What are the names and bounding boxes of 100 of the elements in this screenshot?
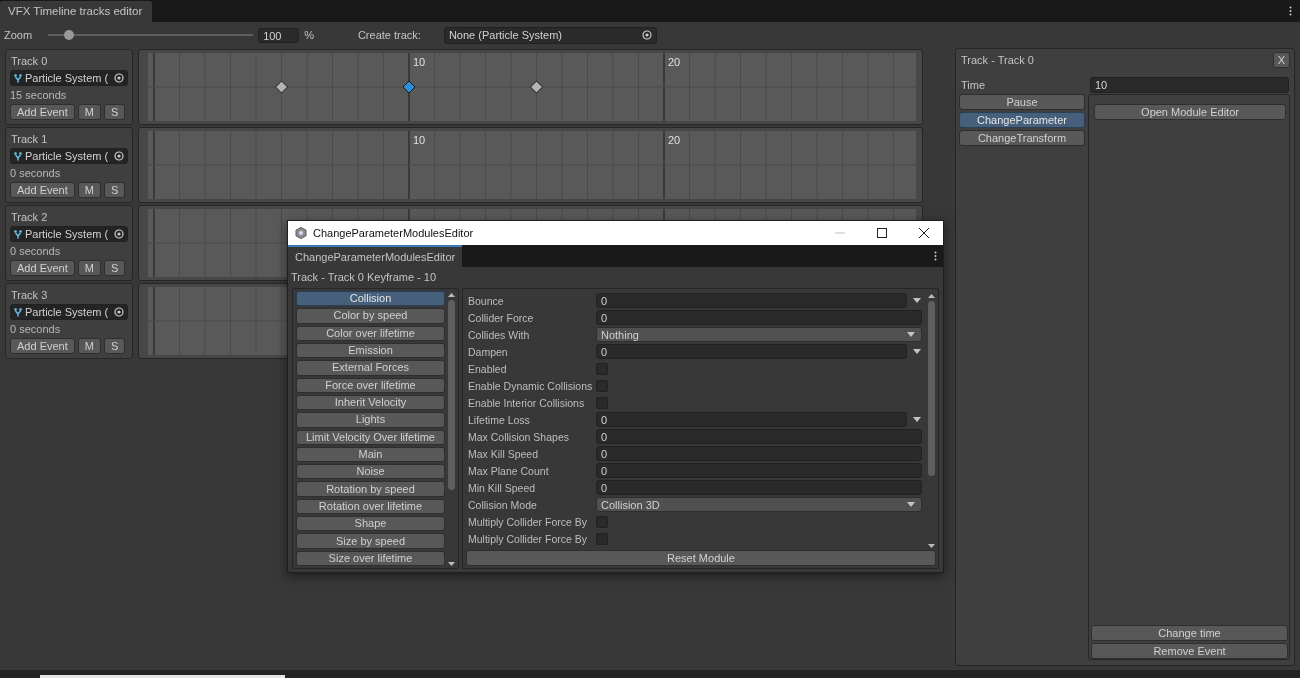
caret-icon[interactable] [913, 349, 921, 354]
more-options-icon[interactable] [934, 251, 937, 261]
scroll-up-icon[interactable] [448, 293, 455, 297]
keyframe-heading: Track - Track 0 Keyframe - 10 [290, 270, 438, 285]
zoom-slider[interactable] [48, 29, 254, 41]
property-label: Bounce [467, 294, 505, 307]
property-label: Collider Force [467, 311, 535, 324]
property-label: Collision Mode [467, 498, 538, 511]
module-list-item[interactable]: Color by speed [296, 308, 445, 324]
scroll-down-icon[interactable] [448, 562, 455, 566]
keyframe-marker[interactable] [275, 80, 289, 94]
duration-label: 0 seconds [10, 322, 62, 337]
time-field[interactable]: 10 [1090, 76, 1289, 93]
value-field[interactable]: 0 [596, 463, 922, 478]
remove-event-button[interactable]: Remove Event [1091, 643, 1288, 659]
target-icon[interactable] [114, 151, 124, 161]
property-label: Enabled [467, 362, 508, 375]
module-list-item[interactable]: Collision [296, 291, 445, 307]
target-icon[interactable] [114, 307, 124, 317]
target-icon[interactable] [114, 73, 124, 83]
create-track-label: Create track: [357, 29, 422, 41]
module-list-item[interactable]: Color over lifetime [296, 325, 445, 341]
mute-button[interactable]: M [77, 338, 101, 354]
ruler-label: 20 [668, 56, 681, 68]
module-list-item[interactable]: Inherit Velocity [296, 394, 445, 411]
create-track-field[interactable]: None (Particle System) [443, 26, 657, 44]
add-event-button[interactable]: Add Event [10, 182, 75, 198]
editor-tab[interactable]: VFX Timeline tracks editor [0, 1, 152, 22]
caret-icon[interactable] [907, 332, 915, 337]
add-event-button[interactable]: Add Event [10, 104, 75, 120]
scrollbar[interactable] [447, 291, 456, 566]
mute-button[interactable]: M [77, 260, 101, 276]
value-field[interactable]: 0 [596, 480, 922, 495]
value-field[interactable]: 0 [596, 344, 907, 359]
value-field[interactable]: 0 [596, 446, 922, 461]
target-icon[interactable] [641, 30, 652, 40]
property-label: Dampen [467, 345, 509, 358]
property-label: Multiply Collider Force By [467, 515, 589, 528]
editor-tab[interactable]: ChangeParameterModulesEditor [288, 245, 463, 267]
value-field[interactable]: 0 [596, 412, 907, 427]
add-event-button[interactable]: Add Event [10, 338, 75, 354]
scroll-down-icon[interactable] [927, 544, 935, 548]
mute-button[interactable]: M [77, 104, 101, 120]
close-button[interactable]: X [1272, 52, 1290, 68]
solo-button[interactable]: S [103, 338, 126, 354]
duration-label: 15 seconds [10, 88, 68, 103]
more-options-icon[interactable] [1289, 6, 1292, 16]
value-field[interactable]: 0 [596, 429, 922, 444]
caret-icon[interactable] [913, 417, 921, 422]
track-name: Track 1 [10, 132, 49, 147]
particle-system-field[interactable]: Particle System ( [10, 304, 128, 320]
keyframe-marker[interactable] [530, 80, 543, 94]
dropdown[interactable]: Nothing [596, 327, 922, 342]
keyframe-marker[interactable] [402, 80, 416, 94]
reset-module-button[interactable]: Reset Module [466, 550, 936, 566]
caret-icon[interactable] [913, 298, 921, 303]
open-module-editor-button[interactable]: Open Module Editor [1094, 104, 1286, 120]
mute-button[interactable]: M [77, 182, 101, 198]
particle-system-field[interactable]: Particle System ( [10, 226, 128, 242]
solo-button[interactable]: S [103, 182, 126, 198]
value-field[interactable]: 0 [596, 293, 907, 308]
target-icon[interactable] [114, 229, 124, 239]
module-list-item[interactable]: Limit Velocity Over lifetime [296, 429, 445, 445]
ruler-label: 20 [668, 134, 681, 146]
solo-button[interactable]: S [103, 104, 126, 120]
inspector-title: Track - Track 0 [961, 54, 1034, 66]
dropdown[interactable]: Collision 3D [596, 497, 922, 512]
module-list-item[interactable]: External Forces [296, 360, 445, 376]
event-list-item[interactable]: Pause [959, 94, 1085, 110]
scroll-up-icon[interactable] [927, 294, 935, 298]
module-list-item[interactable]: Rotation by speed [296, 481, 445, 497]
window-title: ChangeParameterModulesEditor [313, 227, 474, 239]
module-list-item[interactable]: Lights [296, 412, 445, 428]
event-list-item[interactable]: ChangeTransform [959, 130, 1085, 146]
particle-system-field[interactable]: Particle System ( [10, 148, 128, 164]
event-list-item[interactable]: ChangeParameter [959, 112, 1085, 128]
module-list-item[interactable]: Main [296, 446, 445, 463]
add-event-button[interactable]: Add Event [10, 260, 75, 276]
particle-icon [14, 307, 22, 317]
slider-thumb[interactable] [63, 30, 74, 40]
zoom-field[interactable]: 100 [258, 27, 300, 43]
track-name: Track 2 [10, 210, 49, 225]
particle-system-field[interactable]: Particle System ( [10, 70, 128, 86]
module-list-item[interactable]: Noise [296, 464, 445, 480]
close-icon[interactable] [919, 228, 929, 238]
module-list-item[interactable]: Size over lifetime [296, 550, 445, 566]
solo-button[interactable]: S [103, 260, 126, 276]
value-field[interactable]: 0 [596, 310, 922, 325]
property-label: Enable Interior Collisions [467, 396, 586, 409]
cube-icon [295, 227, 307, 239]
module-list-item[interactable]: Size by speed [296, 533, 445, 549]
maximize-icon[interactable] [877, 228, 887, 238]
scrollbar-thumb[interactable] [40, 675, 285, 678]
module-list-item[interactable]: Emission [296, 342, 445, 359]
module-list-item[interactable]: Rotation over lifetime [296, 498, 445, 515]
caret-icon[interactable] [907, 502, 915, 507]
change-time-button[interactable]: Change time [1091, 625, 1288, 641]
module-list-item[interactable]: Force over lifetime [296, 377, 445, 393]
module-list-item[interactable]: Shape [296, 516, 445, 532]
scrollbar[interactable] [926, 292, 936, 548]
